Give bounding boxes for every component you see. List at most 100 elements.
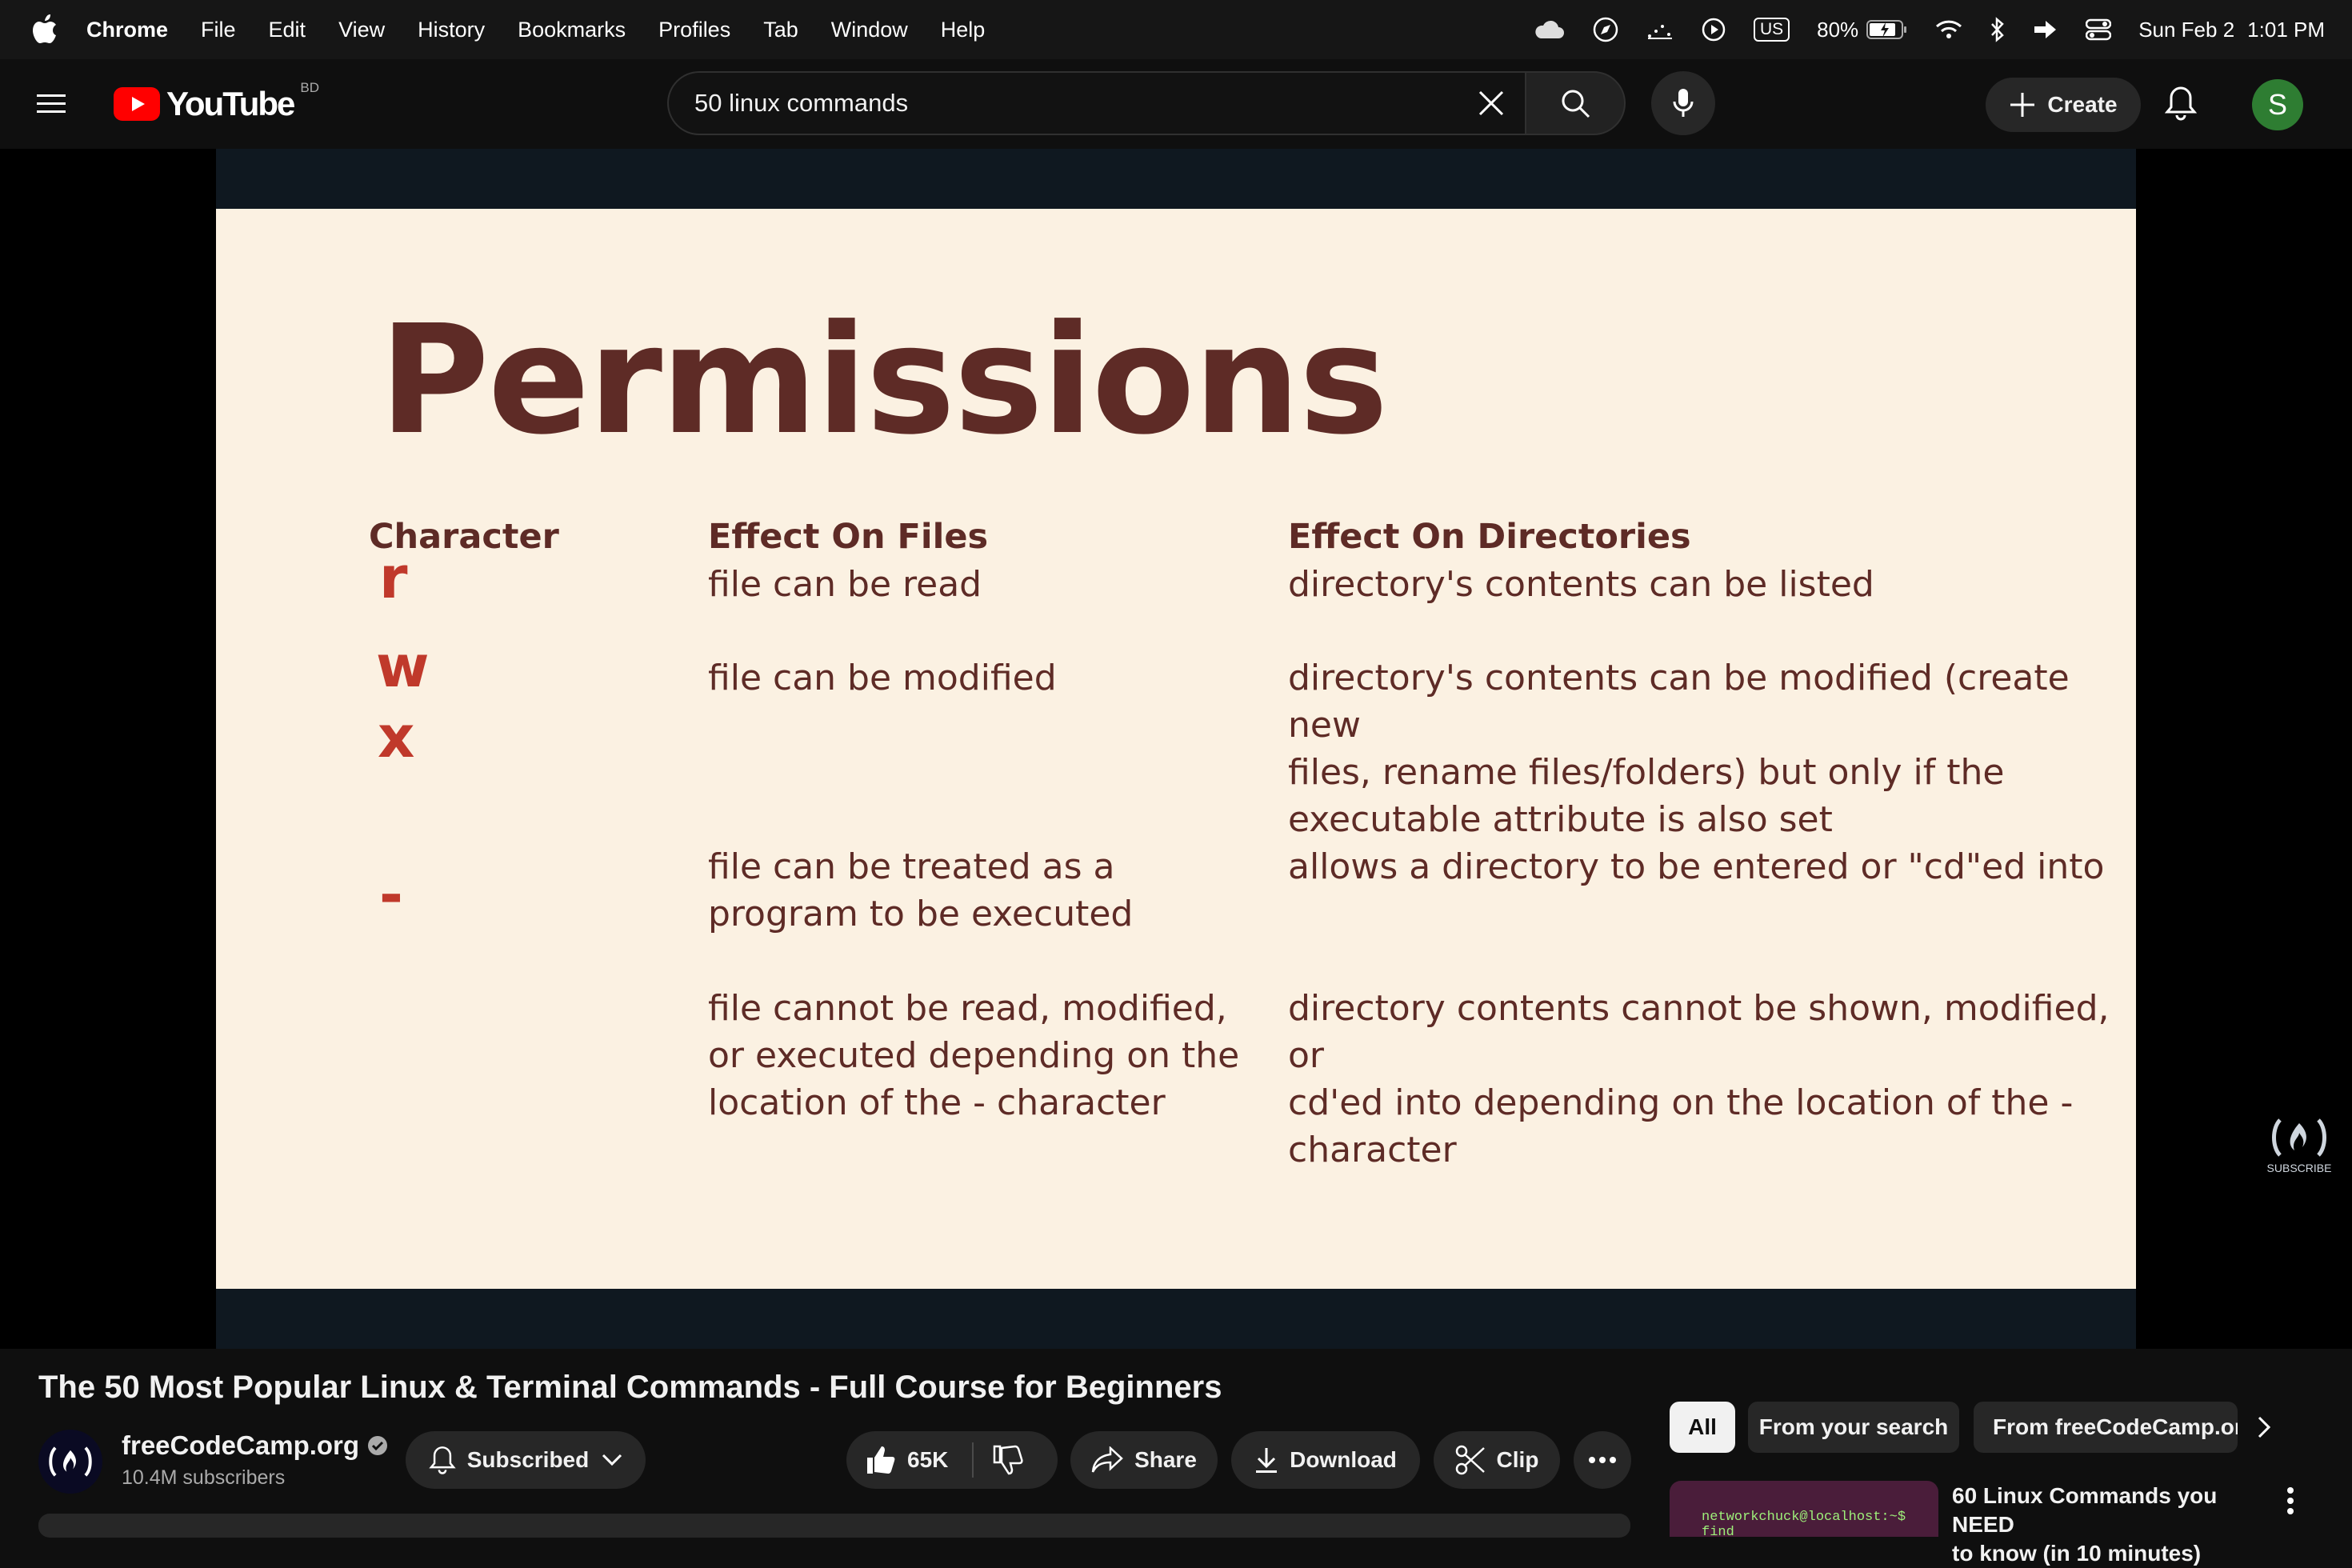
like-count[interactable]: 65K bbox=[907, 1447, 948, 1473]
char-x: x bbox=[378, 703, 415, 770]
create-label: Create bbox=[2047, 92, 2118, 117]
menu-help[interactable]: Help bbox=[941, 18, 986, 42]
apple-logo-icon[interactable] bbox=[24, 9, 66, 50]
share-button[interactable]: Share bbox=[1070, 1431, 1218, 1489]
bluetooth-icon[interactable] bbox=[1990, 17, 2006, 42]
macos-menu-bar: Chrome File Edit View History Bookmarks … bbox=[0, 0, 2352, 59]
video-player[interactable]: Permissions Character Effect On Files Ef… bbox=[0, 149, 2352, 1349]
clip-button[interactable]: Clip bbox=[1434, 1431, 1560, 1489]
menu-tab[interactable]: Tab bbox=[763, 18, 798, 42]
char-dash: - bbox=[379, 861, 403, 928]
country-code: BD bbox=[300, 80, 320, 95]
activity-icon[interactable] bbox=[1646, 20, 1674, 39]
cell-files-r: file can be read bbox=[708, 561, 982, 608]
battery-percent: 80% bbox=[1817, 17, 1859, 42]
like-divider bbox=[972, 1442, 974, 1478]
download-label: Download bbox=[1290, 1447, 1397, 1472]
youtube-header: YouTube BD 50 linux commands Create S bbox=[0, 59, 2352, 149]
channel-avatar[interactable] bbox=[38, 1430, 102, 1494]
control-center-icon[interactable] bbox=[2086, 18, 2112, 41]
menu-app-chrome[interactable]: Chrome bbox=[86, 18, 168, 42]
youtube-logo[interactable]: YouTube BD bbox=[114, 80, 320, 126]
voice-search-button[interactable] bbox=[1651, 71, 1715, 135]
recommended-video-title[interactable]: 60 Linux Commands you NEED to know (in 1… bbox=[1952, 1482, 2280, 1568]
input-source-indicator[interactable]: US bbox=[1753, 18, 1790, 42]
freecodecamp-logo-icon bbox=[46, 1444, 94, 1479]
menu-edit[interactable]: Edit bbox=[269, 18, 306, 42]
search-bar: 50 linux commands bbox=[667, 71, 1715, 135]
cell-files-dash: file cannot be read, modified, or execut… bbox=[708, 985, 1239, 1126]
chevron-right-icon[interactable] bbox=[2253, 1408, 2275, 1446]
search-input[interactable]: 50 linux commands bbox=[667, 71, 1525, 135]
menu-window[interactable]: Window bbox=[831, 18, 908, 42]
watermark-label: SUBSCRIBE bbox=[2266, 1162, 2332, 1174]
menubar-time[interactable]: 1:01 PM bbox=[2247, 18, 2325, 42]
cell-dirs-x: allows a directory to be entered or "cd"… bbox=[1288, 843, 2104, 890]
chip-all[interactable]: All bbox=[1670, 1402, 1735, 1453]
cell-dirs-r: directory's contents can be listed bbox=[1288, 561, 1874, 608]
channel-name[interactable]: freeCodeCamp.org bbox=[122, 1430, 359, 1461]
subscribed-label: Subscribed bbox=[466, 1447, 590, 1472]
channel-name-link[interactable]: freeCodeCamp.org bbox=[122, 1430, 388, 1461]
text-line: character bbox=[1288, 1130, 1457, 1170]
menu-profiles[interactable]: Profiles bbox=[658, 18, 730, 42]
battery-icon[interactable] bbox=[1866, 19, 1908, 40]
share-label: Share bbox=[1134, 1447, 1197, 1472]
wifi-icon[interactable] bbox=[1935, 19, 1962, 40]
search-query[interactable]: 50 linux commands bbox=[694, 89, 1467, 118]
recommended-video-thumbnail[interactable]: networkchuck@localhost:~$ find bbox=[1670, 1481, 1938, 1537]
menu-bookmarks[interactable]: Bookmarks bbox=[518, 18, 626, 42]
cell-dirs-dash: directory contents cannot be shown, modi… bbox=[1288, 985, 2136, 1174]
text-line: directory's contents can be listed bbox=[1288, 564, 1874, 605]
header-effect-files: Effect On Files bbox=[708, 517, 989, 557]
download-icon bbox=[1254, 1446, 1278, 1474]
text-line: directory contents cannot be shown, modi… bbox=[1288, 988, 2110, 1076]
scissors-icon bbox=[1455, 1445, 1486, 1475]
text-line: file cannot be read, modified, bbox=[708, 988, 1227, 1029]
thumbs-down-icon[interactable] bbox=[991, 1444, 1023, 1476]
char-w: w bbox=[376, 633, 430, 700]
youtube-play-icon bbox=[114, 87, 160, 121]
share-arrow-icon bbox=[1091, 1446, 1123, 1474]
search-button[interactable] bbox=[1525, 71, 1626, 135]
slide-permissions: Permissions Character Effect On Files Ef… bbox=[216, 209, 2136, 1289]
clip-label: Clip bbox=[1496, 1447, 1539, 1472]
thumbs-up-icon[interactable] bbox=[864, 1444, 896, 1476]
clear-search-icon[interactable] bbox=[1467, 79, 1515, 127]
text-line: executable attribute is also set bbox=[1288, 799, 1833, 840]
create-button[interactable]: Create bbox=[1986, 78, 2141, 132]
slide-title: Permissions bbox=[379, 293, 1388, 468]
thumbnail-text: networkchuck@localhost:~$ find bbox=[1702, 1510, 1906, 1537]
youtube-wordmark: YouTube bbox=[166, 85, 295, 122]
more-vertical-icon[interactable] bbox=[2286, 1486, 2294, 1515]
notifications-bell-icon[interactable] bbox=[2165, 85, 2197, 122]
hamburger-menu-icon[interactable] bbox=[35, 88, 80, 120]
header-effect-directories: Effect On Directories bbox=[1288, 517, 1691, 557]
menu-view[interactable]: View bbox=[338, 18, 385, 42]
menubar-date[interactable]: Sun Feb 2 bbox=[2138, 18, 2234, 42]
cloud-icon[interactable] bbox=[1533, 19, 1565, 40]
download-button[interactable]: Download bbox=[1231, 1431, 1420, 1489]
more-actions-button[interactable] bbox=[1574, 1431, 1631, 1489]
user-avatar[interactable]: S bbox=[2252, 79, 2303, 130]
play-circle-icon[interactable] bbox=[1701, 17, 1726, 42]
menu-history[interactable]: History bbox=[418, 18, 485, 42]
compass-icon[interactable] bbox=[1592, 16, 1619, 43]
chip-from-freecodecamp[interactable]: From freeCodeCamp.org bbox=[1974, 1402, 2238, 1453]
subscribe-watermark[interactable]: SUBSCRIBE bbox=[2267, 1115, 2331, 1184]
chip-from-your-search[interactable]: From your search bbox=[1748, 1402, 1959, 1453]
menu-file[interactable]: File bbox=[201, 18, 236, 42]
description-box[interactable] bbox=[38, 1514, 1630, 1538]
text-line: allows a directory to be entered or "cd"… bbox=[1288, 846, 2105, 887]
like-dislike-group: 65K bbox=[846, 1431, 1058, 1489]
plus-icon bbox=[2009, 91, 2036, 118]
cell-dirs-w: directory's contents can be modified (cr… bbox=[1288, 654, 2136, 843]
freecodecamp-logo-icon bbox=[2269, 1115, 2330, 1160]
text-line: file can be treated as a bbox=[708, 846, 1115, 887]
bell-icon bbox=[429, 1445, 456, 1475]
text-line: file can be modified bbox=[708, 658, 1057, 698]
arrow-right-icon[interactable] bbox=[2033, 19, 2058, 40]
subscribed-button[interactable]: Subscribed bbox=[406, 1431, 646, 1489]
text-line: directory's contents can be modified (cr… bbox=[1288, 658, 2070, 746]
search-icon bbox=[1559, 87, 1591, 119]
